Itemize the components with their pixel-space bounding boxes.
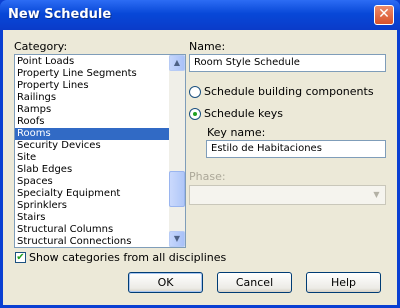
schedule-building-components-radio[interactable] — [189, 86, 201, 98]
cancel-button[interactable]: Cancel — [217, 272, 292, 293]
new-schedule-dialog: New Schedule ✕ Category: Point Loads Pro… — [0, 0, 400, 308]
list-item[interactable]: Ramps — [15, 104, 169, 116]
list-item[interactable]: Sprinklers — [15, 200, 169, 212]
list-item[interactable]: Property Lines — [15, 80, 169, 92]
phase-dropdown[interactable]: ▼ — [189, 185, 386, 205]
list-item[interactable]: Specialty Equipment — [15, 188, 169, 200]
schedule-building-components-label: Schedule building components — [204, 85, 374, 98]
list-item[interactable]: Roofs — [15, 116, 169, 128]
show-all-checkbox[interactable]: ✔ — [15, 252, 26, 263]
category-scrollbar[interactable]: ▲ ▼ — [169, 55, 185, 247]
scroll-up-button[interactable]: ▲ — [169, 55, 185, 71]
close-button[interactable]: ✕ — [374, 5, 394, 25]
list-item[interactable]: Spaces — [15, 176, 169, 188]
list-item[interactable]: Property Line Segments — [15, 68, 169, 80]
show-all-label: Show categories from all disciplines — [29, 251, 226, 264]
name-field[interactable]: Room Style Schedule — [189, 54, 386, 72]
radio-dot-icon — [193, 112, 197, 116]
help-button[interactable]: Help — [306, 272, 381, 293]
checkmark-icon: ✔ — [16, 252, 24, 263]
list-item[interactable]: Structural Connections — [15, 236, 169, 248]
list-item-selected[interactable]: Rooms — [15, 128, 169, 140]
phase-label: Phase: — [189, 170, 226, 183]
schedule-keys-label: Schedule keys — [204, 107, 283, 120]
list-item[interactable]: Railings — [15, 92, 169, 104]
list-item[interactable]: Stairs — [15, 212, 169, 224]
category-list[interactable]: Point Loads Property Line Segments Prope… — [14, 54, 186, 248]
close-icon: ✕ — [378, 6, 390, 22]
list-item[interactable]: Slab Edges — [15, 164, 169, 176]
key-name-label: Key name: — [207, 126, 265, 139]
scroll-thumb[interactable] — [169, 171, 185, 207]
name-label: Name: — [189, 40, 225, 53]
list-item[interactable]: Point Loads — [15, 56, 169, 68]
ok-button[interactable]: OK — [128, 272, 203, 293]
title-bar[interactable]: New Schedule ✕ — [0, 0, 400, 30]
dialog-title: New Schedule — [8, 7, 111, 22]
dialog-body: Category: Point Loads Property Line Segm… — [3, 30, 397, 305]
list-item[interactable]: Site — [15, 152, 169, 164]
key-name-field[interactable]: Estilo de Habitaciones — [206, 140, 386, 158]
scroll-down-button[interactable]: ▼ — [169, 231, 185, 247]
category-label: Category: — [14, 40, 67, 53]
list-item[interactable]: Security Devices — [15, 140, 169, 152]
list-item[interactable]: Structural Columns — [15, 224, 169, 236]
chevron-down-icon: ▼ — [369, 187, 384, 203]
chevron-down-icon: ▼ — [174, 234, 180, 243]
schedule-keys-radio[interactable] — [189, 108, 201, 120]
chevron-up-icon: ▲ — [174, 58, 180, 67]
